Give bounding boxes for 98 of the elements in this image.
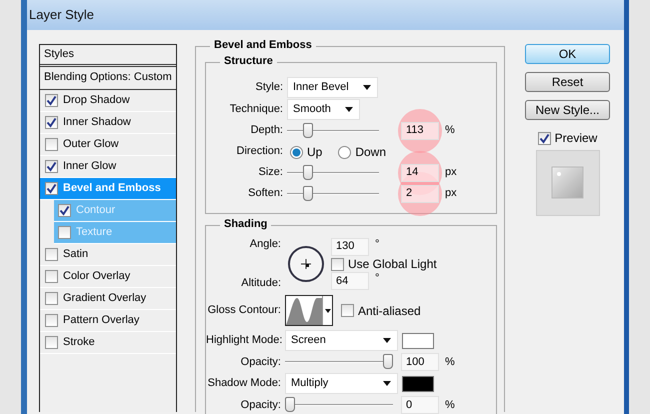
checkbox[interactable] xyxy=(45,292,58,305)
list-item[interactable]: Outer Glow xyxy=(40,134,176,156)
slider-thumb[interactable] xyxy=(383,354,393,370)
preview-thumbnail xyxy=(550,166,584,200)
checkbox-label: Use Global Light xyxy=(348,257,437,272)
number-field[interactable]: 113 xyxy=(401,122,439,140)
field-label: Angle: xyxy=(250,238,281,252)
window-title: Layer Style xyxy=(29,7,94,23)
checkbox[interactable] xyxy=(45,138,58,151)
item-label: Contour xyxy=(76,204,116,218)
radio-label: Up xyxy=(307,144,322,160)
field-label: Altitude: xyxy=(241,277,281,290)
field-label: Soften: xyxy=(248,187,283,200)
slider-thumb[interactable] xyxy=(303,123,314,138)
item-label: Drop Shadow xyxy=(63,94,130,108)
unit-label: px xyxy=(445,187,457,201)
dialog-button[interactable]: OK xyxy=(525,44,610,64)
slider-thumb[interactable] xyxy=(285,397,295,412)
list-item[interactable]: Gradient Overlay xyxy=(40,288,176,310)
item-label: Pattern Overlay xyxy=(63,314,140,328)
number-field[interactable]: 14 xyxy=(401,164,439,182)
number-field[interactable]: 64 xyxy=(331,272,369,290)
item-label: Outer Glow xyxy=(63,138,119,152)
checkbox[interactable] xyxy=(45,160,58,173)
item-label: Satin xyxy=(63,248,88,262)
field-label: Technique: xyxy=(230,102,283,115)
checkbox[interactable] xyxy=(45,248,58,261)
color-swatch[interactable] xyxy=(402,332,434,349)
field-label: Opacity: xyxy=(240,398,281,411)
unit-label: px xyxy=(445,166,457,180)
group-title: Shading xyxy=(220,218,272,232)
list-item[interactable]: Drop Shadow xyxy=(40,90,176,112)
dialog-button[interactable]: Reset xyxy=(525,72,610,92)
checkbox[interactable] xyxy=(58,204,71,217)
number-field[interactable]: 100 xyxy=(401,353,439,372)
checkbox[interactable] xyxy=(45,182,58,195)
slider-thumb[interactable] xyxy=(303,165,314,180)
checkbox[interactable] xyxy=(58,226,71,239)
field-label: Size: xyxy=(258,166,283,178)
slider[interactable] xyxy=(285,354,393,370)
checkbox[interactable] xyxy=(45,314,58,327)
color-swatch[interactable] xyxy=(402,376,434,392)
list-item[interactable]: Inner Shadow xyxy=(40,112,176,134)
field-label: Depth: xyxy=(250,124,283,136)
slider[interactable] xyxy=(285,397,393,414)
field-label: Opacity: xyxy=(240,356,281,368)
number-field[interactable]: 0 xyxy=(401,396,439,414)
slider-thumb[interactable] xyxy=(303,186,314,201)
item-label: Inner Shadow xyxy=(63,116,131,130)
checkbox-label: Anti-aliased xyxy=(358,304,421,318)
checkbox[interactable] xyxy=(45,116,58,129)
list-header: Styles xyxy=(44,48,74,62)
radio-label: Down xyxy=(355,144,386,160)
list-item[interactable]: Blending Options: Custom xyxy=(40,67,176,90)
dropdown-arrow-icon[interactable] xyxy=(324,308,330,313)
list-item[interactable]: Satin xyxy=(40,244,176,266)
checkbox[interactable] xyxy=(341,304,354,318)
contour-picker[interactable] xyxy=(285,295,333,326)
field-label: Gloss Contour: xyxy=(208,304,281,316)
radio-button[interactable] xyxy=(338,146,352,158)
checkbox[interactable] xyxy=(538,132,551,145)
item-label: Texture xyxy=(76,226,112,240)
crosshair-icon xyxy=(301,259,311,270)
field-label: Style: xyxy=(255,80,283,93)
item-label: Inner Glow xyxy=(63,160,116,174)
dropdown-arrow-icon xyxy=(383,338,391,344)
checkbox[interactable] xyxy=(45,94,58,107)
number-field[interactable]: 130 xyxy=(331,238,369,256)
dropdown[interactable]: Inner Bevel xyxy=(287,77,378,98)
dropdown[interactable]: Multiply xyxy=(285,373,398,394)
number-field[interactable]: 2 xyxy=(401,185,439,203)
unit-label: % xyxy=(445,398,455,412)
checkbox[interactable] xyxy=(45,270,58,283)
unit-label: ° xyxy=(375,272,380,286)
field-label: Direction: xyxy=(236,145,283,158)
item-label: Color Overlay xyxy=(63,270,130,284)
item-label: Bevel and Emboss xyxy=(63,182,161,196)
angle-dial[interactable] xyxy=(288,246,324,282)
dialog-button[interactable]: New Style... xyxy=(525,100,610,120)
list-item[interactable]: Stroke xyxy=(40,332,176,354)
unit-label: % xyxy=(445,124,455,138)
checkbox[interactable] xyxy=(331,258,344,271)
dropdown-arrow-icon xyxy=(383,381,391,386)
field-label: Highlight Mode: xyxy=(206,334,282,346)
list-item[interactable]: Color Overlay xyxy=(40,266,176,288)
checkbox[interactable] xyxy=(45,336,58,349)
dropdown[interactable]: Smooth xyxy=(287,99,360,120)
unit-label: % xyxy=(445,356,455,369)
item-label: Gradient Overlay xyxy=(63,292,146,306)
radio-button[interactable] xyxy=(290,146,303,158)
dropdown-arrow-icon xyxy=(362,85,371,90)
field-label: Shadow Mode: xyxy=(208,377,281,390)
dropdown[interactable]: Screen xyxy=(285,330,398,352)
list-item[interactable]: Pattern Overlay xyxy=(40,310,176,332)
dropdown-arrow-icon xyxy=(344,107,353,112)
item-label: Stroke xyxy=(63,336,95,350)
unit-label: ° xyxy=(375,238,380,252)
checkbox-label: Preview xyxy=(554,131,598,146)
